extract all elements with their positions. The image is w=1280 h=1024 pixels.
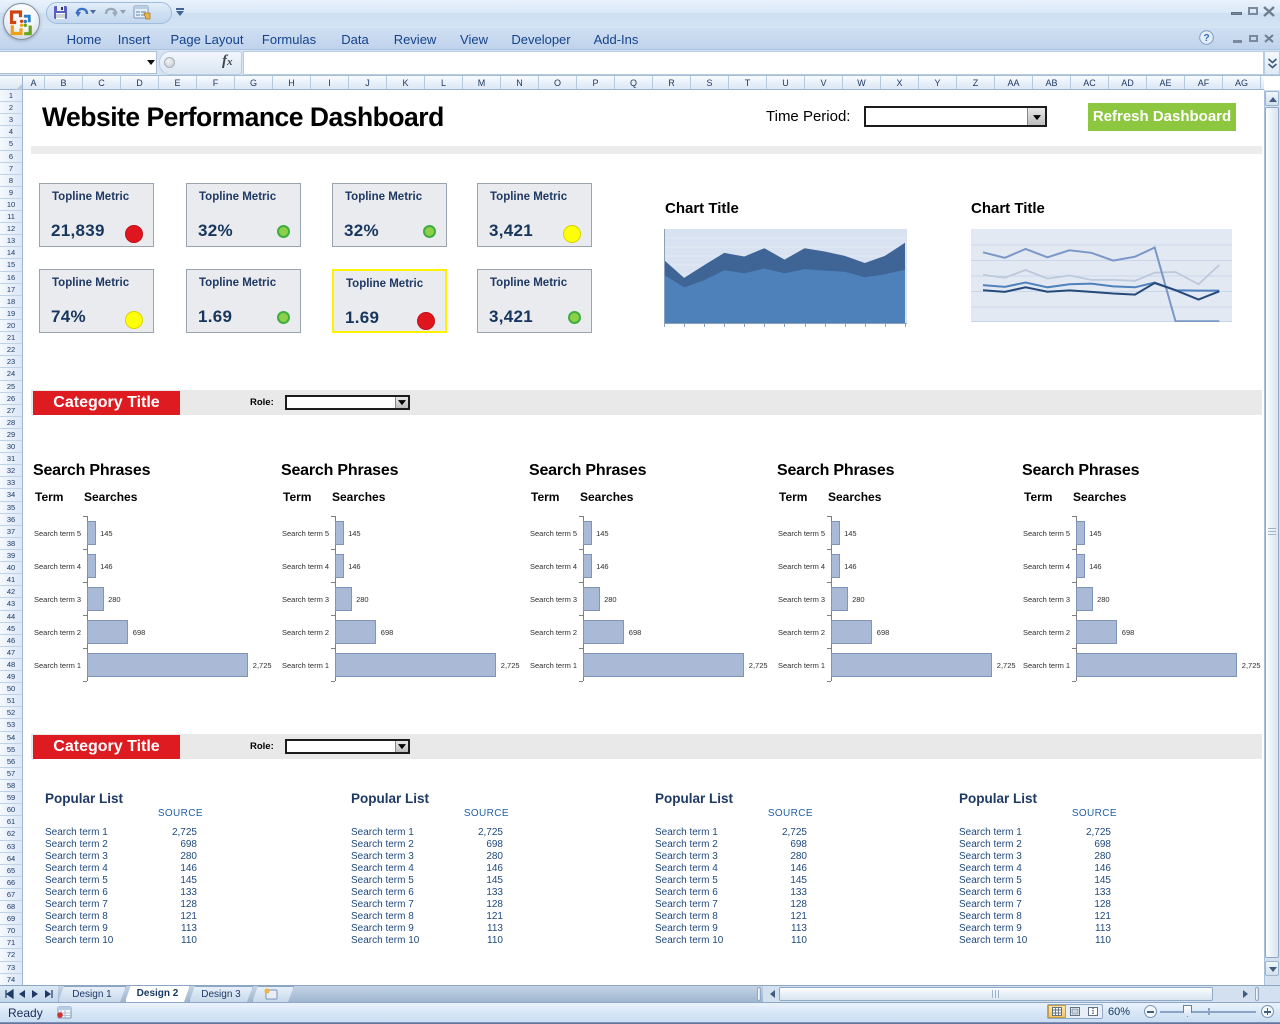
svg-text:?: ?: [1203, 33, 1209, 44]
